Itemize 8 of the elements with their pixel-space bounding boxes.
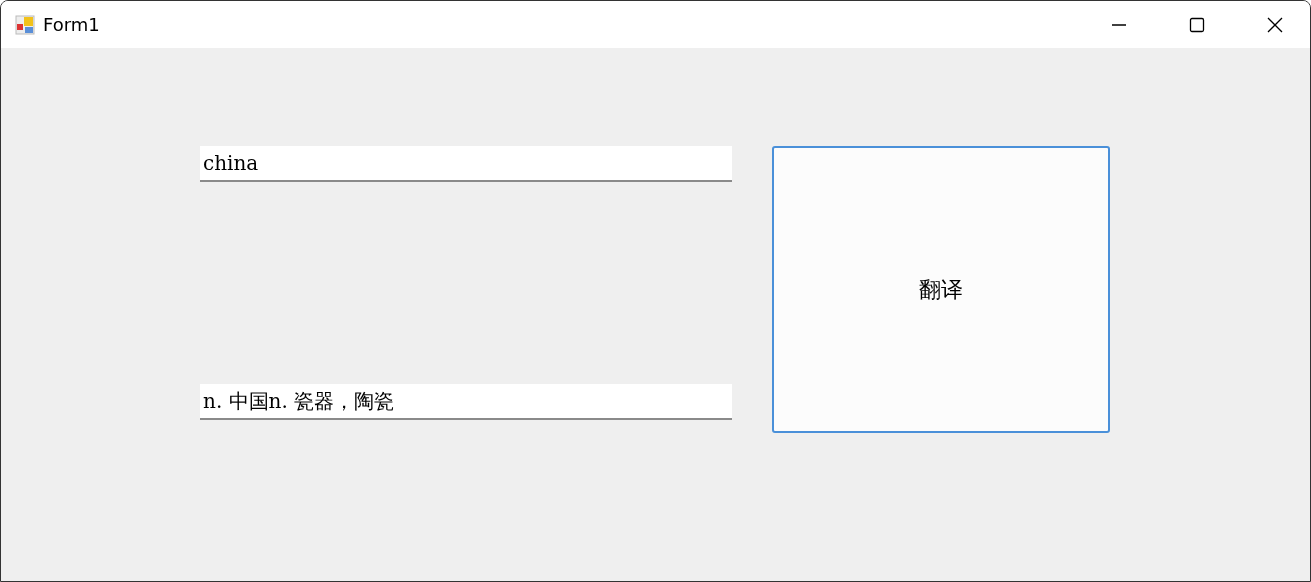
close-icon (1267, 16, 1283, 33)
maximize-icon (1189, 16, 1205, 33)
minimize-icon (1112, 23, 1126, 26)
window-title: Form1 (43, 14, 100, 35)
text-field[interactable]: china (200, 146, 732, 182)
translate-button[interactable]: 翻译 (772, 146, 1110, 433)
app-icon (15, 14, 35, 35)
text-field[interactable]: n. 中国n. 瓷器，陶瓷 (200, 384, 732, 420)
